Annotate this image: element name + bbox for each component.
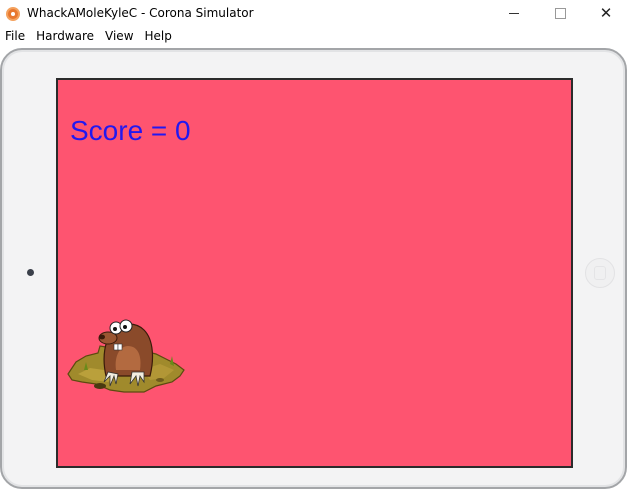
- menu-file[interactable]: File: [0, 27, 31, 46]
- minimize-icon: [509, 13, 519, 14]
- home-button[interactable]: [585, 258, 615, 288]
- corona-app-icon[interactable]: [6, 7, 20, 21]
- menu-view[interactable]: View: [100, 27, 139, 46]
- menu-hardware[interactable]: Hardware: [31, 27, 100, 46]
- minimize-button[interactable]: [491, 0, 537, 27]
- maximize-icon: [554, 8, 566, 19]
- menu-help[interactable]: Help: [140, 27, 178, 46]
- menu-bar: File Hardware View Help: [0, 27, 629, 46]
- maximize-button[interactable]: [537, 0, 583, 27]
- game-screen[interactable]: Score = 0: [56, 78, 573, 468]
- ipad-device-frame: Score = 0: [0, 48, 627, 489]
- close-button[interactable]: ✕: [583, 0, 629, 27]
- close-icon: ✕: [599, 4, 613, 22]
- window-title: WhackAMoleKyleC - Corona Simulator: [27, 6, 254, 20]
- front-camera-icon: [27, 269, 34, 276]
- title-bar: WhackAMoleKyleC - Corona Simulator ✕: [0, 0, 629, 27]
- score-label: Score = 0: [70, 115, 191, 146]
- mole-sprite[interactable]: [64, 310, 186, 396]
- simulator-area: Score = 0: [0, 46, 629, 491]
